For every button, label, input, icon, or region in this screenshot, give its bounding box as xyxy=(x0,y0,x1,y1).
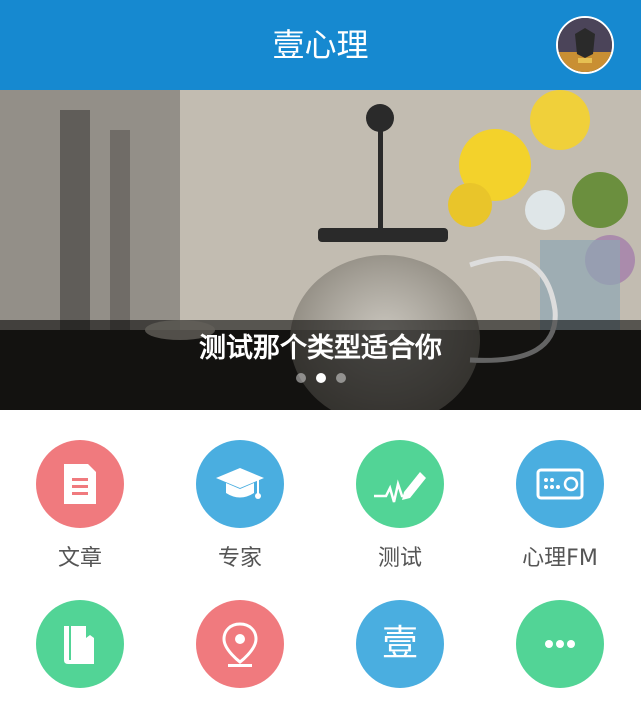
menu-item-label: 专家 xyxy=(217,546,262,571)
menu-item-experts[interactable]: 专家 xyxy=(160,410,320,571)
avatar-image xyxy=(558,18,612,72)
yi-glyph: 壹 xyxy=(381,623,418,664)
radio-icon xyxy=(516,440,604,528)
document-icon xyxy=(36,440,124,528)
book-icon xyxy=(36,600,124,688)
location-pin-icon xyxy=(196,600,284,688)
hero-banner[interactable]: 测试那个类型适合你 xyxy=(0,90,641,410)
yi-logo-icon: 壹 xyxy=(356,600,444,688)
pen-wave-icon xyxy=(356,440,444,528)
carousel-dot[interactable] xyxy=(335,373,346,383)
menu-item-more[interactable] xyxy=(480,570,640,720)
menu-item-location[interactable] xyxy=(160,570,320,720)
feature-grid: 文章 专家 测试 心理FM 壹 xyxy=(0,410,641,693)
carousel-dots xyxy=(0,373,641,383)
menu-item-label: 心理FM xyxy=(522,546,598,571)
menu-item-label: 文章 xyxy=(57,546,102,571)
app-title: 壹心理 xyxy=(272,26,369,64)
menu-item-books[interactable] xyxy=(0,570,160,720)
more-icon xyxy=(516,600,604,688)
menu-item-articles[interactable]: 文章 xyxy=(0,410,160,571)
menu-item-tests[interactable]: 测试 xyxy=(320,410,480,571)
carousel-dot[interactable] xyxy=(295,373,306,383)
menu-item-label: 测试 xyxy=(377,546,422,571)
avatar[interactable] xyxy=(556,16,614,74)
menu-item-fm[interactable]: 心理FM xyxy=(480,410,640,571)
carousel-dot-active[interactable] xyxy=(315,373,326,383)
app-header: 壹心理 xyxy=(0,0,641,90)
graduation-cap-icon xyxy=(196,440,284,528)
banner-caption: 测试那个类型适合你 xyxy=(199,333,442,364)
menu-item-yi[interactable]: 壹 xyxy=(320,570,480,720)
